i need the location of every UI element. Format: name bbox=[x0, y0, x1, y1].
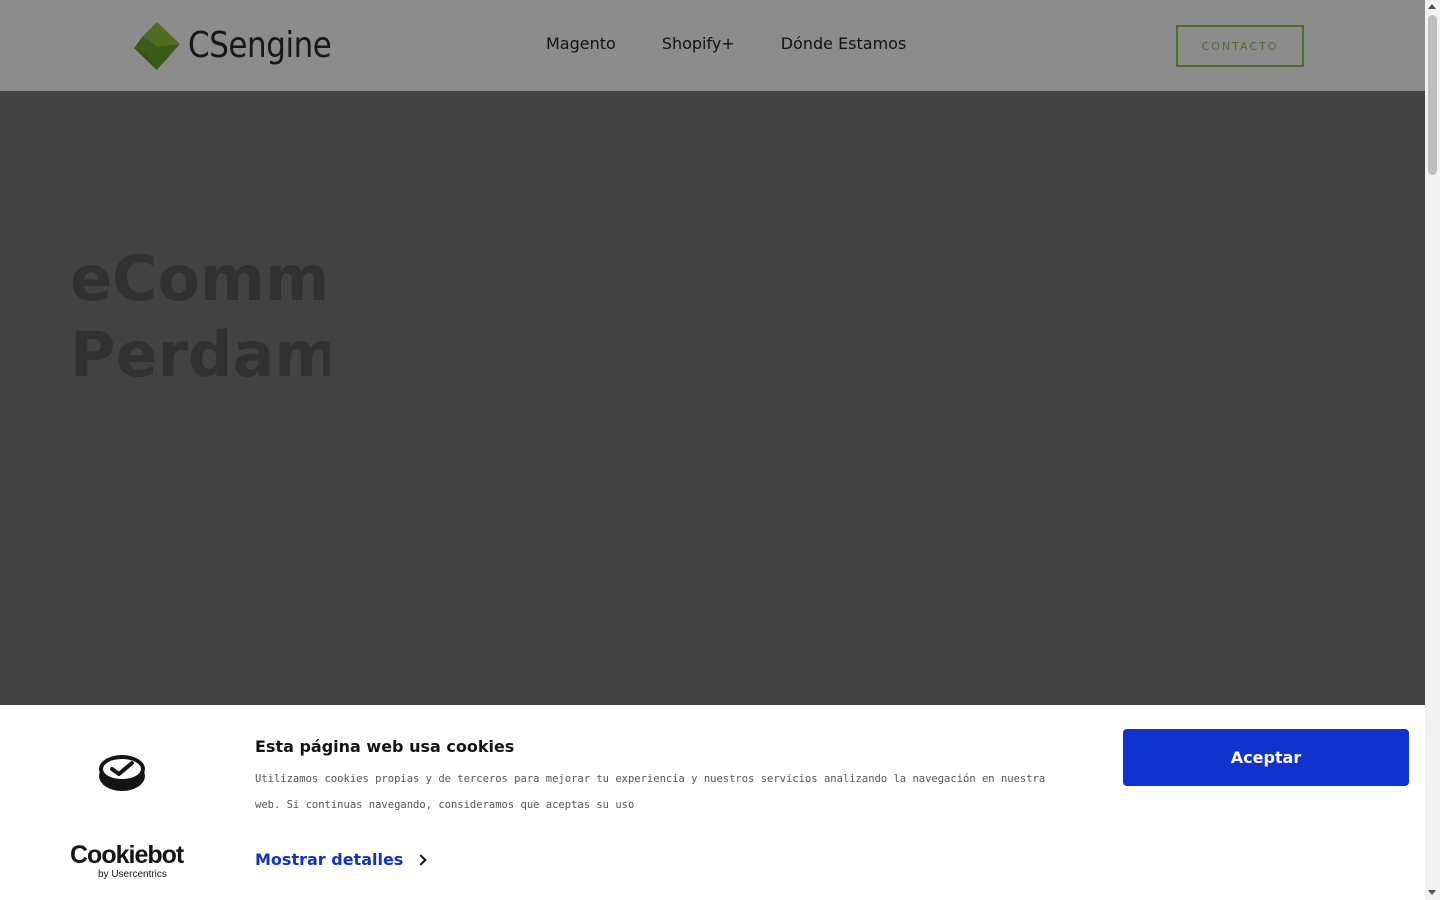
scroll-thumb[interactable] bbox=[1428, 15, 1437, 175]
chevron-right-icon bbox=[415, 854, 427, 866]
scroll-up-arrow-icon[interactable] bbox=[1428, 4, 1436, 9]
cookiebot-icon bbox=[98, 752, 146, 792]
scroll-down-arrow-icon[interactable] bbox=[1428, 890, 1436, 895]
cookie-banner-text: Utilizamos cookies propias y de terceros… bbox=[255, 773, 1046, 811]
show-details-link[interactable]: Mostrar detalles bbox=[255, 850, 427, 869]
cookie-banner-title: Esta página web usa cookies bbox=[255, 737, 515, 756]
cookiebot-logo-main: Cookiebot bbox=[70, 841, 184, 869]
cookiebot-logo: Cookiebot by Usercentrics bbox=[70, 841, 184, 881]
show-details-label: Mostrar detalles bbox=[255, 850, 404, 869]
page-scrollbar[interactable] bbox=[1425, 0, 1440, 900]
cookiebot-logo-sub: by Usercentrics bbox=[98, 869, 167, 880]
accept-cookies-button[interactable]: Aceptar bbox=[1123, 729, 1409, 786]
